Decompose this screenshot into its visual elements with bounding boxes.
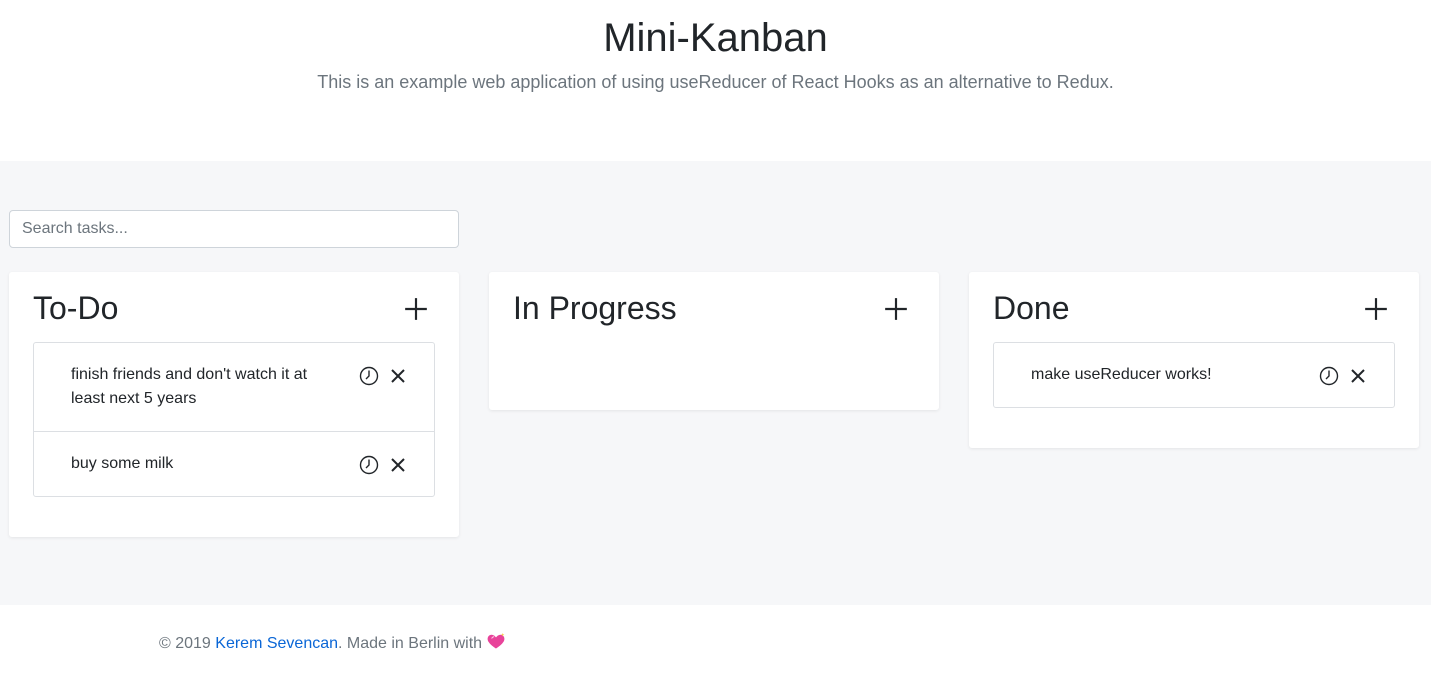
clock-icon[interactable] <box>1319 366 1339 386</box>
plus-icon[interactable] <box>1363 296 1389 322</box>
task-list: finish friends and don't watch it at lea… <box>33 342 435 497</box>
task-text: finish friends and don't watch it at lea… <box>71 366 308 407</box>
column-done: Done make useReducer works! <box>969 272 1419 448</box>
task-card[interactable]: make useReducer works! <box>994 343 1394 407</box>
clock-icon[interactable] <box>359 366 379 386</box>
task-text: make useReducer works! <box>1031 366 1212 383</box>
subtitle-before: This is an example web application of us… <box>317 72 670 92</box>
column-todo: To-Do finish friends and don't watch it … <box>9 272 459 537</box>
column-title: Done <box>993 290 1070 326</box>
page-subtitle: This is an example web application of us… <box>0 72 1431 93</box>
page-header: Mini-Kanban This is an example web appli… <box>0 0 1431 161</box>
close-icon[interactable] <box>1348 366 1368 386</box>
task-actions <box>359 366 408 386</box>
footer-text: © 2019 Kerem Sevencan. Made in Berlin wi… <box>159 631 506 653</box>
subtitle-highlight: useReducer <box>669 72 767 92</box>
author-link[interactable]: Kerem Sevencan <box>215 635 338 652</box>
column-header: In Progress <box>489 272 939 342</box>
close-icon[interactable] <box>388 366 408 386</box>
column-title: In Progress <box>513 290 677 326</box>
sparkling-heart-icon <box>487 633 505 649</box>
column-title: To-Do <box>33 290 119 326</box>
footer-copyright: © 2019 <box>159 635 216 652</box>
plus-icon[interactable] <box>883 296 909 322</box>
task-card[interactable]: finish friends and don't watch it at lea… <box>34 343 434 431</box>
page-footer: © 2019 Kerem Sevencan. Made in Berlin wi… <box>0 605 1431 679</box>
footer-made-in: . Made in Berlin with <box>338 635 483 652</box>
task-card[interactable]: buy some milk <box>34 431 434 496</box>
column-header: To-Do <box>9 272 459 342</box>
task-text: buy some milk <box>71 455 174 472</box>
page-title: Mini-Kanban <box>603 16 828 60</box>
column-in-progress: In Progress <box>489 272 939 410</box>
board-area: To-Do finish friends and don't watch it … <box>0 161 1431 605</box>
close-icon[interactable] <box>388 455 408 475</box>
plus-icon[interactable] <box>403 296 429 322</box>
clock-icon[interactable] <box>359 455 379 475</box>
subtitle-after: of React Hooks as an alternative to Redu… <box>766 72 1114 92</box>
search-input[interactable] <box>9 210 459 248</box>
task-list: make useReducer works! <box>993 342 1395 408</box>
task-actions <box>359 455 408 475</box>
column-header: Done <box>969 272 1419 342</box>
task-actions <box>1319 366 1368 386</box>
